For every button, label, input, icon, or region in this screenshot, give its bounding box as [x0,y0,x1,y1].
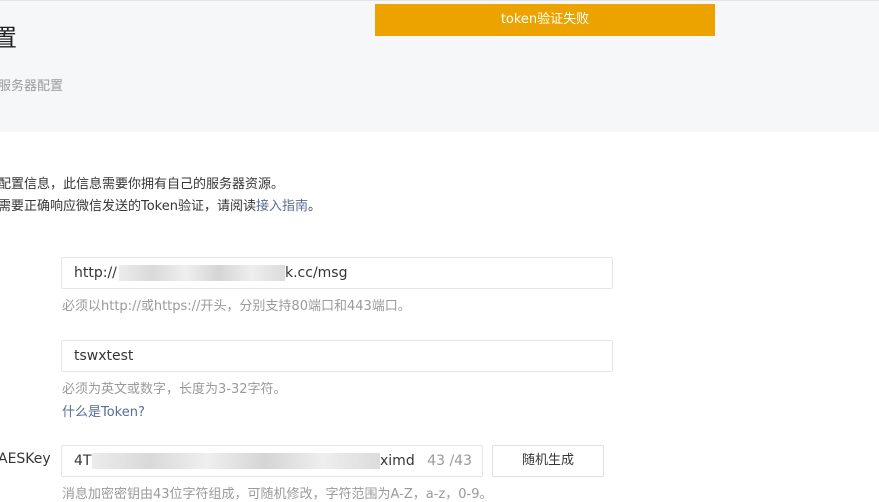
aeskey-input[interactable]: 4T ximd 43 /43 [61,445,483,477]
token-input-value: tswxtest [74,348,134,364]
aeskey-counter: 43 /43 [427,453,472,469]
intro-line-2-suffix: 。 [308,199,322,214]
aeskey-hint: 消息加密密钥由43位字符组成，可随机修改，字符范围为A-Z，a-z，0-9。 [62,487,493,502]
what-is-token-link[interactable]: 什么是Token? [62,401,145,420]
access-guide-link[interactable]: 接入指南 [256,199,308,214]
token-hint: 必须为英文或数字，长度为3-32字符。 [62,382,287,397]
error-toast: token验证失败 [375,4,715,36]
redacted-url-blur [119,265,285,281]
intro-text: 配置信息，此信息需要你拥有自己的服务器资源。 需要正确响应微信发送的Token验… [0,174,321,218]
page-title: 置 [0,24,17,52]
aeskey-label: AESKey [0,451,51,467]
breadcrumb: 服务器配置 [0,79,64,94]
url-input-prefix: http:// [74,265,117,281]
token-input[interactable]: tswxtest [61,340,613,372]
url-input[interactable]: http:// k.cc/msg [61,257,613,289]
generate-random-button[interactable]: 随机生成 [492,445,604,477]
intro-line-2-prefix: 需要正确响应微信发送的Token验证，请阅读 [0,199,256,214]
aeskey-suffix: ximd [380,453,415,469]
intro-line-1: 配置信息，此信息需要你拥有自己的服务器资源。 [0,177,285,192]
intro-line-2: 需要正确响应微信发送的Token验证，请阅读接入指南。 [0,196,321,218]
url-hint: 必须以http://或https://开头，分别支持80端口和443端口。 [62,299,411,314]
url-input-suffix: k.cc/msg [285,265,348,281]
aeskey-prefix: 4T [74,453,92,469]
redacted-aeskey-blur [92,453,380,469]
